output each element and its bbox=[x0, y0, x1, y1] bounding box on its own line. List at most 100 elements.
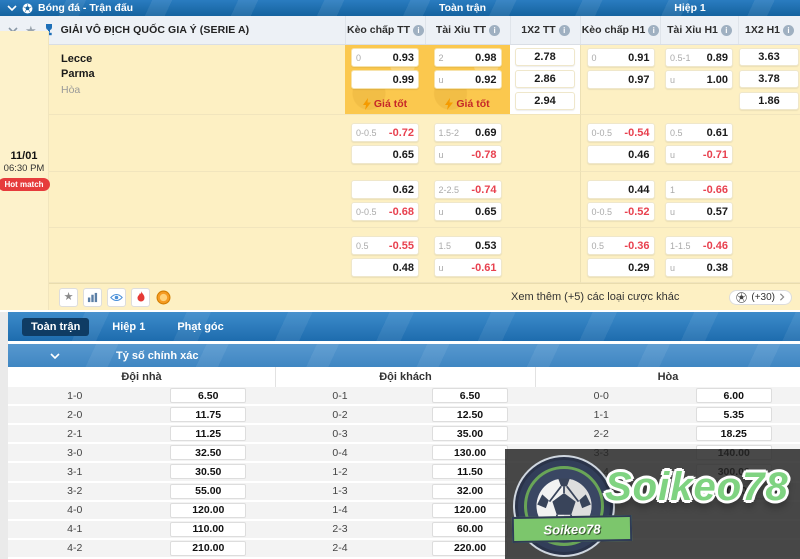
odds-box[interactable]: u0.57 bbox=[665, 202, 733, 221]
more-bets-link[interactable]: Xem thêm (+5) các loại cược khác bbox=[511, 291, 679, 303]
odds-box[interactable]: 00.93 bbox=[351, 48, 419, 67]
odds-box[interactable]: u0.38 bbox=[665, 258, 733, 277]
score-odds-box[interactable]: 130.00 bbox=[432, 445, 508, 460]
odds-value: -0.72 bbox=[389, 127, 414, 139]
odds-box[interactable]: 0.5-10.89 bbox=[665, 48, 733, 67]
odds-box[interactable]: 0-0.5-0.52 bbox=[587, 202, 655, 221]
score-odds-box[interactable]: 35.00 bbox=[432, 426, 508, 441]
info-icon[interactable]: i bbox=[559, 25, 570, 36]
score-row: 1-15.35 bbox=[535, 406, 800, 423]
tab-0[interactable]: Toàn trận bbox=[22, 318, 89, 336]
odds-cell: 0.5-0.36 0.29 bbox=[580, 228, 660, 283]
odds-box[interactable]: 0.99 bbox=[351, 70, 419, 89]
odds-box[interactable]: 0-0.5-0.54 bbox=[587, 123, 655, 142]
score-odds-box[interactable]: 6.50 bbox=[432, 388, 508, 403]
odds-box[interactable]: 20.98 bbox=[434, 48, 502, 67]
stats-chart-icon[interactable] bbox=[83, 288, 102, 307]
odds-box[interactable]: 1.50.53 bbox=[434, 236, 502, 255]
medal-icon[interactable] bbox=[155, 289, 171, 305]
odds-value: 0.98 bbox=[475, 52, 496, 64]
tab-1[interactable]: Hiệp 1 bbox=[103, 318, 154, 336]
score-odds-box[interactable]: 5.35 bbox=[696, 407, 772, 422]
away-team-name[interactable]: Parma bbox=[61, 67, 345, 82]
odds-box[interactable]: u0.65 bbox=[434, 202, 502, 221]
odds-box[interactable]: 0-0.5-0.68 bbox=[351, 202, 419, 221]
odds-box[interactable]: 00.91 bbox=[587, 48, 655, 67]
odds-box[interactable]: 0.46 bbox=[587, 145, 655, 164]
odds-value: -0.78 bbox=[471, 149, 496, 161]
odds-box[interactable]: 0.50.61 bbox=[665, 123, 733, 142]
odds-value: 0.61 bbox=[707, 127, 728, 139]
score-odds-box[interactable]: 220.00 bbox=[432, 541, 508, 556]
info-icon[interactable]: i bbox=[489, 25, 500, 36]
tab-2[interactable]: Phạt góc bbox=[168, 318, 232, 336]
handicap-label: u bbox=[670, 150, 675, 160]
score-odds-box[interactable]: 6.00 bbox=[696, 388, 772, 403]
odds-box[interactable]: 2.94 bbox=[515, 92, 575, 110]
score-odds-box[interactable]: 6.50 bbox=[170, 388, 246, 403]
odds-box[interactable]: 0.62 bbox=[351, 180, 419, 199]
section-collapse-chevron-icon[interactable] bbox=[50, 353, 60, 359]
score-odds-box[interactable]: 12.50 bbox=[432, 407, 508, 422]
odds-box[interactable]: 2.78 bbox=[515, 48, 575, 66]
odds-box[interactable]: 0.44 bbox=[587, 180, 655, 199]
collapse-chevron-icon[interactable] bbox=[7, 5, 17, 11]
score-label: 2-4 bbox=[275, 542, 405, 554]
handicap-label: 0.5 bbox=[356, 241, 369, 251]
odds-box[interactable]: 0-0.5-0.72 bbox=[351, 123, 419, 142]
odds-box[interactable]: 0.5-0.36 bbox=[587, 236, 655, 255]
score-odds-box[interactable]: 55.00 bbox=[170, 484, 246, 499]
score-odds-box[interactable]: 110.00 bbox=[170, 522, 246, 537]
handicap-label: 1.5 bbox=[439, 241, 452, 251]
score-odds-box[interactable]: 32.50 bbox=[170, 445, 246, 460]
score-odds-box[interactable]: 11.50 bbox=[432, 464, 508, 479]
score-row: 3-032.50 bbox=[8, 444, 275, 461]
info-icon[interactable]: i bbox=[413, 25, 424, 36]
odds-box[interactable]: u0.92 bbox=[434, 70, 502, 89]
odds-box[interactable]: u-0.71 bbox=[665, 145, 733, 164]
score-odds-box[interactable]: 210.00 bbox=[170, 541, 246, 556]
hot-flame-icon[interactable] bbox=[131, 288, 150, 307]
odds-box[interactable]: 2.86 bbox=[515, 70, 575, 88]
odds-box[interactable]: 1.5-20.69 bbox=[434, 123, 502, 142]
score-odds-box[interactable]: 30.50 bbox=[170, 464, 246, 479]
score-odds-box[interactable]: 120.00 bbox=[170, 503, 246, 518]
left-gutter bbox=[0, 312, 8, 559]
score-row: 0-06.00 bbox=[535, 387, 800, 404]
odds-box[interactable]: 1-0.66 bbox=[665, 180, 733, 199]
odds-box[interactable]: u-0.61 bbox=[434, 258, 502, 277]
more-odds-pill[interactable]: (+30) bbox=[729, 290, 792, 305]
favorite-star-icon[interactable]: ★ bbox=[59, 288, 78, 307]
score-label: 1-2 bbox=[275, 466, 405, 478]
info-icon[interactable]: i bbox=[783, 25, 794, 36]
odds-box[interactable]: 1-1.5-0.46 bbox=[665, 236, 733, 255]
score-odds-box[interactable]: 11.25 bbox=[170, 426, 246, 441]
odds-box[interactable]: 3.78 bbox=[739, 70, 799, 88]
odds-box[interactable]: 0.48 bbox=[351, 258, 419, 277]
score-odds-box[interactable]: 32.00 bbox=[432, 484, 508, 499]
odds-value: 0.57 bbox=[707, 206, 728, 218]
score-odds-box[interactable]: 18.25 bbox=[696, 426, 772, 441]
score-odds-box[interactable]: 60.00 bbox=[432, 522, 508, 537]
odds-box[interactable]: 2-2.5-0.74 bbox=[434, 180, 502, 199]
home-team-name[interactable]: Lecce bbox=[61, 52, 345, 67]
score-odds-box[interactable]: 11.75 bbox=[170, 407, 246, 422]
odds-box[interactable]: 0.29 bbox=[587, 258, 655, 277]
odds-cell: 0-0.5-0.72 0.65 bbox=[345, 115, 425, 172]
odds-box[interactable]: u1.00 bbox=[665, 70, 733, 89]
odds-box[interactable]: 0.65 bbox=[351, 145, 419, 164]
odds-box[interactable]: u-0.78 bbox=[434, 145, 502, 164]
info-icon[interactable]: i bbox=[648, 25, 659, 36]
odds-box[interactable]: 0.5-0.55 bbox=[351, 236, 419, 255]
odds-cell bbox=[738, 115, 800, 172]
watch-eye-icon[interactable] bbox=[107, 288, 126, 307]
score-odds-box[interactable]: 120.00 bbox=[432, 503, 508, 518]
odds-value: 1.86 bbox=[758, 95, 779, 107]
info-icon[interactable]: i bbox=[721, 25, 732, 36]
odds-box[interactable]: 1.86 bbox=[739, 92, 799, 110]
watermark-ribbon: Soikeo78 bbox=[512, 515, 632, 543]
odds-box[interactable]: 0.97 bbox=[587, 70, 655, 89]
score-row: 2-111.25 bbox=[8, 425, 275, 442]
odds-box[interactable]: 3.63 bbox=[739, 48, 799, 66]
handicap-label: 0.5 bbox=[592, 241, 605, 251]
